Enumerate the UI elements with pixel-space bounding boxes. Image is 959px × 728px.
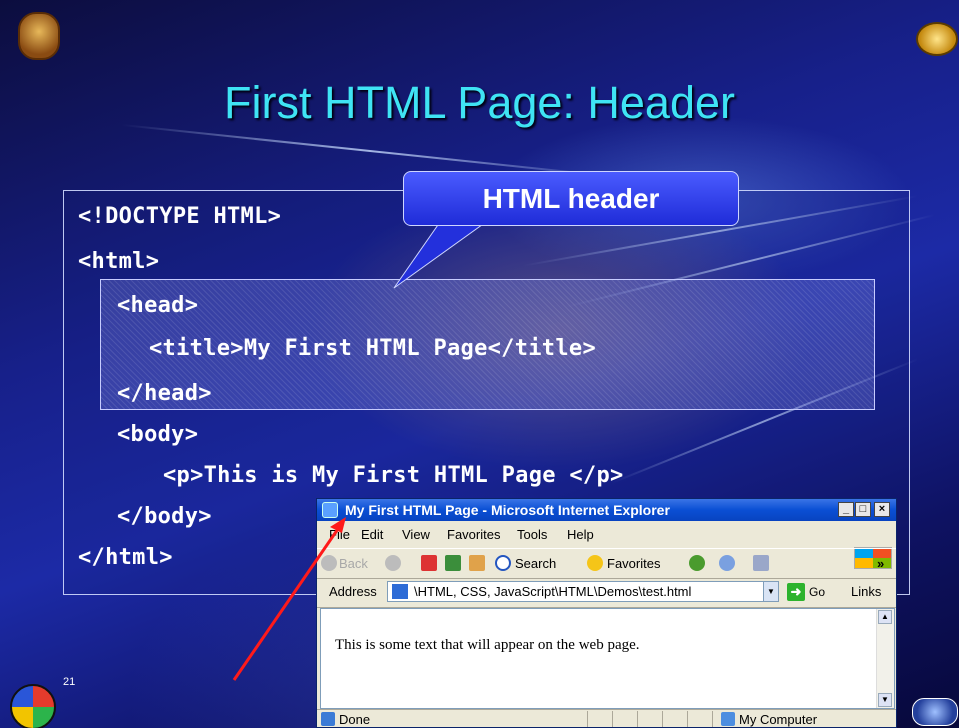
address-bar: Address \HTML, CSS, JavaScript\HTML\Demo… <box>317 577 896 608</box>
back-button[interactable]: Back <box>339 556 368 571</box>
status-separator <box>687 711 688 727</box>
menu-help[interactable]: Help <box>567 527 594 542</box>
status-zone: My Computer <box>739 712 818 727</box>
go-button[interactable]: Go <box>809 585 825 599</box>
address-input[interactable]: \HTML, CSS, JavaScript\HTML\Demos\test.h… <box>387 581 779 602</box>
browser-window: My First HTML Page - Microsoft Internet … <box>316 498 897 728</box>
status-separator <box>662 711 663 727</box>
browser-title-bar[interactable]: My First HTML Page - Microsoft Internet … <box>317 499 896 521</box>
maximize-button[interactable]: □ <box>855 502 871 517</box>
home-icon[interactable] <box>469 555 485 571</box>
slide-background: First HTML Page: Header <!DOCTYPE HTML> … <box>0 0 959 728</box>
search-button[interactable]: Search <box>515 556 556 571</box>
address-label: Address <box>329 584 377 599</box>
standard-toolbar: Back Search Favorites » <box>317 548 896 579</box>
menu-favorites[interactable]: Favorites <box>447 527 500 542</box>
close-button[interactable]: × <box>874 502 890 517</box>
vertical-scrollbar[interactable]: ▲ ▼ <box>876 609 894 708</box>
status-separator <box>587 711 588 727</box>
favorites-star-icon[interactable] <box>587 555 603 571</box>
mail-icon[interactable] <box>719 555 735 571</box>
status-separator <box>637 711 638 727</box>
address-dropdown-icon[interactable]: ▼ <box>763 582 778 601</box>
address-value: \HTML, CSS, JavaScript\HTML\Demos\test.h… <box>414 584 692 599</box>
status-bar: Done My Computer <box>317 709 896 728</box>
favorites-button[interactable]: Favorites <box>607 556 660 571</box>
print-icon[interactable] <box>753 555 769 571</box>
minimize-button[interactable]: _ <box>838 502 854 517</box>
browser-window-title: My First HTML Page - Microsoft Internet … <box>345 502 670 518</box>
page-text: This is some text that will appear on th… <box>335 637 640 653</box>
go-arrow-icon[interactable]: ➜ <box>787 583 805 601</box>
links-button[interactable]: Links <box>851 584 881 599</box>
toolbar-overflow-chevron[interactable]: » <box>877 556 884 571</box>
menu-view[interactable]: View <box>402 527 430 542</box>
ie-page-icon <box>322 502 338 518</box>
scroll-down-icon[interactable]: ▼ <box>878 693 892 707</box>
status-separator <box>712 711 713 727</box>
scroll-up-icon[interactable]: ▲ <box>878 610 892 624</box>
forward-arrow-icon[interactable] <box>385 555 401 571</box>
history-icon[interactable] <box>689 555 705 571</box>
search-icon[interactable] <box>495 555 511 571</box>
back-arrow-icon[interactable] <box>321 555 337 571</box>
my-computer-icon <box>721 712 735 726</box>
status-separator <box>612 711 613 727</box>
menu-file[interactable]: File <box>329 527 350 542</box>
refresh-icon[interactable] <box>445 555 461 571</box>
status-text: Done <box>339 712 371 727</box>
menu-edit[interactable]: Edit <box>361 527 383 542</box>
page-number: 21 <box>63 676 76 688</box>
html-header-callout: HTML header <box>403 171 739 226</box>
page-icon <box>392 584 408 599</box>
page-content-area: This is some text that will appear on th… <box>320 608 895 709</box>
done-page-icon <box>321 712 335 726</box>
menu-bar: File Edit View Favorites Tools Help <box>317 522 896 569</box>
stop-icon[interactable] <box>421 555 437 571</box>
menu-tools[interactable]: Tools <box>517 527 547 542</box>
